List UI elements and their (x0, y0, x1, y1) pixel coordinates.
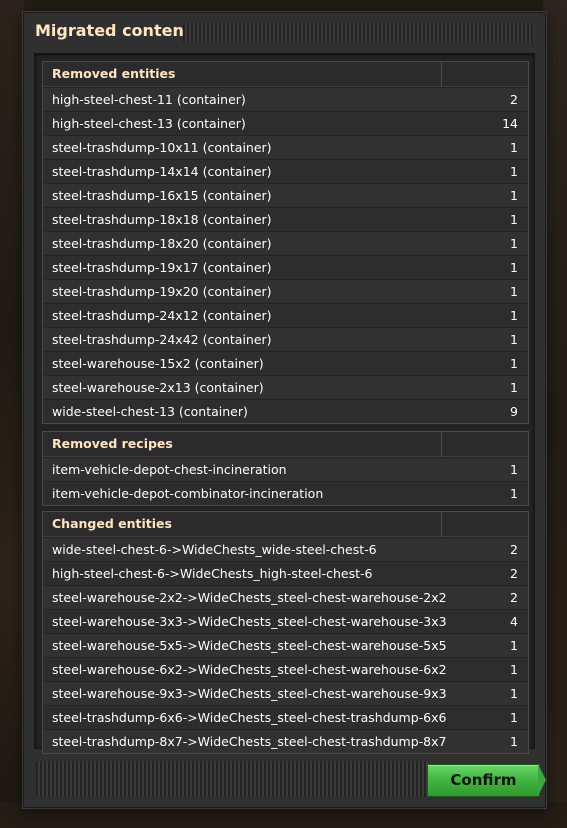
row-count: 1 (510, 662, 518, 677)
dialog-content: Removed entities high-steel-chest-11 (co… (34, 53, 535, 754)
game-background-top (0, 0, 567, 12)
table-row: steel-trashdump-18x18 (container) 1 (43, 207, 528, 231)
table-row: steel-trashdump-8x7->WideChests_steel-ch… (43, 729, 528, 753)
row-count: 1 (510, 462, 518, 477)
table-row: steel-trashdump-14x14 (container) 1 (43, 159, 528, 183)
row-count: 4 (510, 614, 518, 629)
removed-entities-header: Removed entities (43, 62, 528, 87)
table-row: steel-warehouse-6x2->WideChests_steel-ch… (43, 657, 528, 681)
row-name: steel-trashdump-8x7->WideChests_steel-ch… (52, 734, 447, 749)
row-count: 1 (510, 332, 518, 347)
row-count: 1 (510, 380, 518, 395)
confirm-button-arrow (538, 764, 546, 796)
changed-entities-header: Changed entities (43, 512, 528, 537)
row-name: steel-trashdump-19x17 (container) (52, 260, 272, 275)
confirm-button[interactable]: Confirm (427, 764, 540, 797)
table-row: high-steel-chest-11 (container) 2 (43, 87, 528, 111)
table-row: wide-steel-chest-6->WideChests_wide-stee… (43, 537, 528, 561)
row-count: 14 (502, 116, 518, 131)
table-row: steel-trashdump-19x17 (container) 1 (43, 255, 528, 279)
row-count: 2 (510, 92, 518, 107)
row-name: steel-trashdump-24x12 (container) (52, 308, 272, 323)
row-name: wide-steel-chest-13 (container) (52, 404, 248, 419)
removed-entities-rows: high-steel-chest-11 (container) 2 high-ste… (43, 87, 528, 423)
row-count: 2 (510, 590, 518, 605)
row-name: steel-trashdump-16x15 (container) (52, 188, 272, 203)
row-count: 1 (510, 686, 518, 701)
footer-drag-area (36, 761, 428, 797)
removed-entities-table: Removed entities high-steel-chest-11 (co… (42, 61, 529, 424)
row-name: steel-trashdump-14x14 (container) (52, 164, 272, 179)
table-row: high-steel-chest-13 (container) 14 (43, 111, 528, 135)
row-count: 1 (510, 734, 518, 749)
row-name: item-vehicle-depot-chest-incineration (52, 462, 287, 477)
table-row: steel-trashdump-24x42 (container) 1 (43, 327, 528, 351)
table-row: steel-warehouse-2x13 (container) 1 (43, 375, 528, 399)
row-name: steel-warehouse-15x2 (container) (52, 356, 264, 371)
row-name: high-steel-chest-6->WideChests_high-stee… (52, 566, 373, 581)
row-count: 1 (510, 188, 518, 203)
row-count: 1 (510, 356, 518, 371)
table-row: steel-warehouse-5x5->WideChests_steel-ch… (43, 633, 528, 657)
changed-entities-rows: wide-steel-chest-6->WideChests_wide-stee… (43, 537, 528, 753)
row-count: 1 (510, 164, 518, 179)
row-count: 1 (510, 486, 518, 501)
row-count: 1 (510, 236, 518, 251)
removed-recipes-rows: item-vehicle-depot-chest-incineration 1 it… (43, 457, 528, 505)
row-name: high-steel-chest-13 (container) (52, 116, 246, 131)
row-name: steel-trashdump-10x11 (container) (52, 140, 272, 155)
row-name: steel-warehouse-5x5->WideChests_steel-ch… (52, 638, 447, 653)
table-row: steel-trashdump-18x20 (container) 1 (43, 231, 528, 255)
row-count: 9 (510, 404, 518, 419)
table-row: steel-warehouse-2x2->WideChests_steel-ch… (43, 585, 528, 609)
table-row: steel-trashdump-24x12 (container) 1 (43, 303, 528, 327)
table-row: item-vehicle-depot-combinator-incinerati… (43, 481, 528, 505)
row-name: steel-warehouse-6x2->WideChests_steel-ch… (52, 662, 447, 677)
row-name: high-steel-chest-11 (container) (52, 92, 246, 107)
table-row: high-steel-chest-6->WideChests_high-stee… (43, 561, 528, 585)
row-name: steel-warehouse-9x3->WideChests_steel-ch… (52, 686, 447, 701)
table-row: steel-trashdump-6x6->WideChests_steel-ch… (43, 705, 528, 729)
row-count: 1 (510, 284, 518, 299)
removed-recipes-table: Removed recipes item-vehicle-depot-chest… (42, 431, 529, 506)
row-name: steel-trashdump-24x42 (container) (52, 332, 272, 347)
row-name: steel-trashdump-19x20 (container) (52, 284, 272, 299)
table-row: wide-steel-chest-13 (container) 9 (43, 399, 528, 423)
row-count: 1 (510, 212, 518, 227)
dialog-title: Migrated content (35, 21, 192, 40)
game-background-left (0, 0, 24, 828)
dialog-titlebar[interactable]: Migrated content (24, 13, 545, 51)
table-row: steel-warehouse-9x3->WideChests_steel-ch… (43, 681, 528, 705)
row-name: steel-warehouse-3x3->WideChests_steel-ch… (52, 614, 447, 629)
removed-recipes-header: Removed recipes (43, 432, 528, 457)
row-count: 1 (510, 710, 518, 725)
table-row: item-vehicle-depot-chest-incineration 1 (43, 457, 528, 481)
row-count: 2 (510, 542, 518, 557)
row-name: steel-trashdump-6x6->WideChests_steel-ch… (52, 710, 447, 725)
drag-handle[interactable] (183, 23, 534, 43)
row-count: 1 (510, 308, 518, 323)
table-row: steel-trashdump-16x15 (container) 1 (43, 183, 528, 207)
game-background-right (543, 0, 567, 828)
table-row: steel-trashdump-10x11 (container) 1 (43, 135, 528, 159)
row-name: steel-warehouse-2x13 (container) (52, 380, 264, 395)
row-count: 1 (510, 260, 518, 275)
row-name: wide-steel-chest-6->WideChests_wide-stee… (52, 542, 377, 557)
row-name: steel-warehouse-2x2->WideChests_steel-ch… (52, 590, 447, 605)
row-count: 2 (510, 566, 518, 581)
table-row: steel-warehouse-15x2 (container) 1 (43, 351, 528, 375)
table-row: steel-warehouse-3x3->WideChests_steel-ch… (43, 609, 528, 633)
changed-entities-table: Changed entities wide-steel-chest-6->Wid… (42, 511, 529, 754)
row-count: 1 (510, 638, 518, 653)
migrated-content-dialog: Migrated content Removed entities high-s… (23, 12, 546, 808)
row-name: item-vehicle-depot-combinator-incinerati… (52, 486, 324, 501)
row-count: 1 (510, 140, 518, 155)
table-row: steel-trashdump-19x20 (container) 1 (43, 279, 528, 303)
row-name: steel-trashdump-18x18 (container) (52, 212, 272, 227)
row-name: steel-trashdump-18x20 (container) (52, 236, 272, 251)
